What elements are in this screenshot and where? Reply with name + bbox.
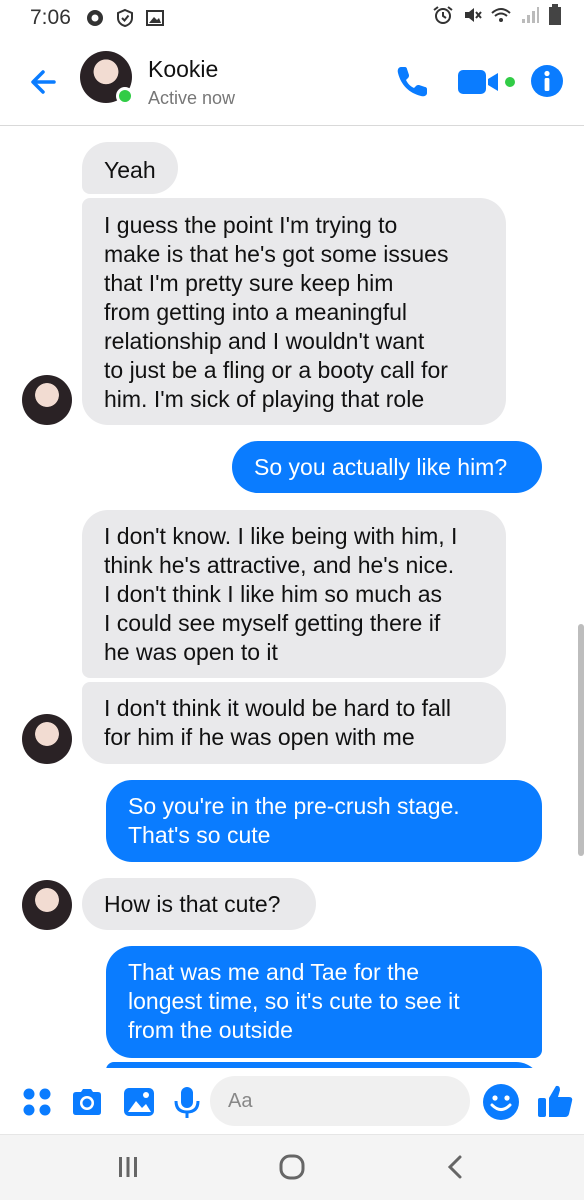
battery-icon (548, 4, 562, 32)
contact-status: Active now (148, 88, 236, 108)
signal-icon (520, 5, 540, 31)
mute-icon (462, 5, 482, 31)
system-navigation-bar (0, 1134, 584, 1200)
video-camera-icon (458, 70, 515, 94)
camera-button[interactable] (70, 1085, 104, 1119)
status-bar: 7:06 (0, 0, 584, 36)
message-bubble-outgoing[interactable]: So you actually like him? (232, 441, 542, 493)
message-bubble-incoming[interactable]: Yeah (82, 142, 178, 194)
message-line: That was me and Tae for the (128, 959, 420, 985)
message-bubble-outgoing[interactable]: That was me and Tae for the longest time… (106, 946, 542, 1058)
message-bubble-incoming[interactable]: I don't think it would be hard to fall f… (82, 682, 506, 764)
back-nav-button[interactable] (440, 1153, 472, 1183)
image-icon (124, 1088, 154, 1116)
microphone-button[interactable] (170, 1085, 204, 1119)
message-line: make is that he's got some issues (104, 241, 449, 267)
message-bubble-incoming[interactable]: I don't know. I like being with him, I t… (82, 510, 506, 678)
message-line: I don't think it would be hard to fall (104, 695, 452, 721)
message-line: to just be a fling or a booty call for (104, 357, 448, 383)
camera-icon (73, 1089, 101, 1115)
message-line: I don't know. I like being with him, I (104, 523, 458, 549)
sender-avatar[interactable] (22, 375, 72, 425)
message-line: think he's attractive, and he's nice. (104, 552, 455, 578)
message-line: he was open to it (104, 639, 278, 665)
emoji-button[interactable] (482, 1083, 520, 1121)
apps-button[interactable] (20, 1085, 54, 1119)
phone-icon (397, 67, 427, 97)
contact-name[interactable]: Kookie (148, 56, 218, 83)
message-line: So you're in the pre-crush stage. (128, 793, 460, 819)
alarm-icon (432, 5, 454, 31)
emoji-icon (483, 1084, 519, 1120)
message-thread[interactable]: Yeah I guess the point I'm trying to mak… (0, 126, 584, 1092)
call-button[interactable] (392, 62, 432, 102)
message-line: longest time, so it's cute to see it (128, 988, 460, 1014)
gallery-button[interactable] (122, 1085, 156, 1119)
message-bubble-incoming[interactable]: I guess the point I'm trying to make is … (82, 198, 506, 425)
recent-apps-icon (119, 1157, 137, 1177)
recent-apps-button[interactable] (112, 1153, 144, 1183)
message-input-placeholder: Aa (228, 1089, 253, 1112)
microphone-icon (174, 1087, 200, 1118)
message-line: That's so cute (128, 822, 271, 848)
message-line: that I'm pretty sure keep him (104, 270, 394, 296)
apps-grid-icon (23, 1088, 51, 1116)
scrollbar-thumb[interactable] (578, 624, 584, 856)
message-line: I guess the point I'm trying to (104, 212, 398, 238)
info-button[interactable] (530, 64, 564, 98)
shield-icon (115, 8, 135, 28)
status-time: 7:06 (30, 6, 71, 29)
message-line: relationship and I wouldn't want (104, 328, 425, 354)
message-input[interactable]: Aa (210, 1076, 470, 1126)
message-text: How is that cute? (104, 891, 281, 917)
conversation-header: Kookie Active now (0, 36, 584, 126)
sender-avatar[interactable] (22, 714, 72, 764)
message-line: from getting into a meaningful (104, 299, 408, 325)
active-status-dot (116, 87, 134, 105)
message-text: So you actually like him? (254, 454, 508, 480)
message-bubble-incoming[interactable]: How is that cute? (82, 878, 316, 930)
message-line: him. I'm sick of playing that role (104, 386, 425, 412)
like-button[interactable] (536, 1082, 574, 1120)
home-button[interactable] (276, 1153, 308, 1183)
video-call-button[interactable] (458, 66, 518, 98)
thumbs-up-icon (538, 1085, 573, 1117)
message-line: from the outside (128, 1017, 293, 1043)
chevron-left-icon (447, 1155, 462, 1179)
message-line: for him if he was open with me (104, 724, 415, 750)
info-icon (531, 65, 563, 97)
arrow-left-icon (31, 70, 56, 94)
message-bubble-outgoing[interactable]: So you're in the pre-crush stage. That's… (106, 780, 542, 862)
back-button[interactable] (24, 62, 64, 102)
message-line: I don't think I like him so much as (104, 581, 443, 607)
gallery-notification-icon (145, 8, 165, 28)
home-icon (279, 1154, 305, 1180)
contact-avatar[interactable] (80, 51, 134, 105)
sender-avatar[interactable] (22, 880, 72, 930)
composer-bar: Aa (0, 1068, 584, 1134)
notification-circle-icon (85, 8, 105, 28)
status-right-icons (432, 4, 562, 32)
message-text: Yeah (104, 157, 156, 183)
wifi-icon (490, 5, 512, 31)
message-line: I could see myself getting there if (104, 610, 441, 636)
